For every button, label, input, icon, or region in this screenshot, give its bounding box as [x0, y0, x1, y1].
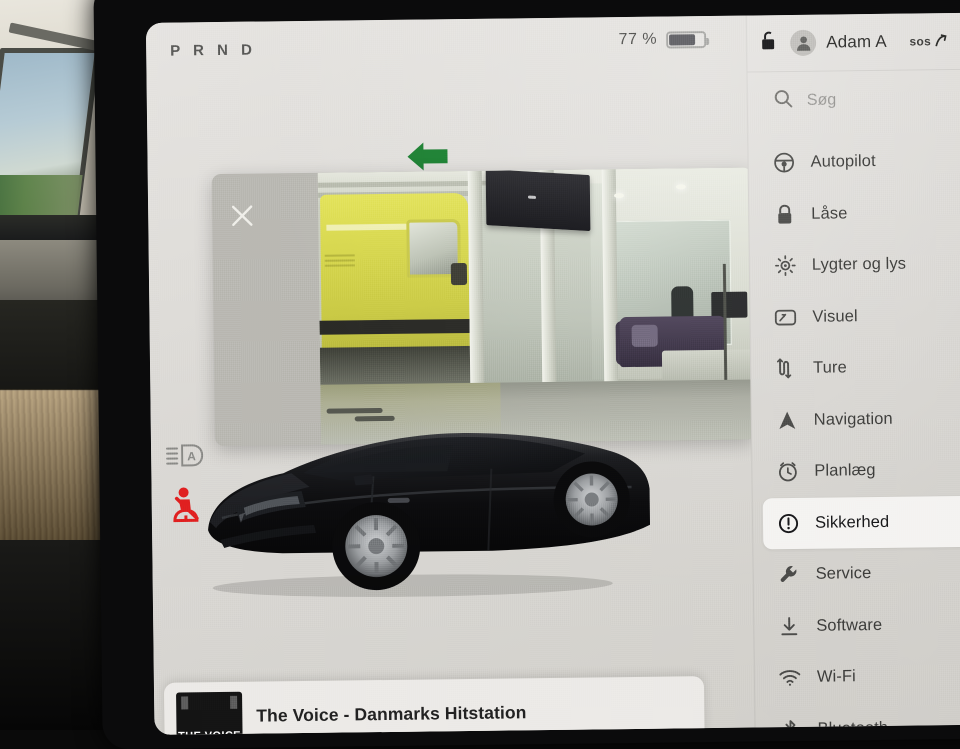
media-title: The Voice - Danmarks Hitstation [256, 702, 526, 726]
sidebar-item-label: Lygter og lys [812, 255, 906, 275]
van-lower-stripe [320, 319, 470, 335]
sidebar-item-laase[interactable]: Låse [759, 186, 960, 241]
sun-lights-icon [774, 255, 796, 277]
sidebar-item-label: Visuel [812, 307, 857, 327]
alert-circle-icon [777, 512, 799, 534]
sidebar-item-visuel[interactable]: Visuel [760, 289, 960, 344]
search-icon [774, 88, 793, 112]
sidebar-item-label: Software [816, 616, 882, 636]
download-icon [778, 615, 800, 637]
sidebar-item-label: Autopilot [810, 152, 875, 172]
sidebar-item-bluetooth[interactable]: Bluetooth [765, 701, 960, 735]
padlock-icon [773, 203, 795, 225]
showroom-monitor [711, 292, 747, 318]
album-art-tick [181, 696, 188, 709]
driving-view-pane: P R N D 77 % [146, 16, 755, 735]
sidebar-item-service[interactable]: Service [763, 546, 960, 601]
search-input[interactable]: Søg [747, 68, 960, 129]
search-placeholder: Søg [807, 91, 837, 109]
sidebar-item-label: Navigation [814, 410, 893, 430]
battery-percent-label: 77 % [619, 31, 658, 49]
status-bar: P R N D 77 % [146, 16, 747, 79]
wifi-icon [779, 667, 801, 689]
bluetooth-icon [779, 718, 801, 735]
tesla-touchscreen[interactable]: P R N D 77 % [146, 12, 960, 735]
sos-arrow-icon [934, 34, 947, 48]
navigation-arrow-icon [776, 409, 798, 431]
battery-indicator[interactable]: 77 % [619, 30, 707, 49]
wall-mounted-tv [486, 169, 591, 231]
sidebar-item-label: Sikkerhed [815, 513, 890, 533]
auto-high-beam-icon: A [165, 440, 205, 470]
sidebar-item-label: Planlæg [814, 461, 875, 481]
settings-sidebar: Adam A sos 10.54 Søg [746, 12, 960, 727]
sidebar-item-software[interactable]: Software [764, 598, 960, 653]
sidebar-item-ture[interactable]: Ture [761, 340, 960, 395]
sidebar-header: Adam A sos 10.54 [747, 12, 960, 71]
sos-button[interactable]: sos [909, 34, 947, 48]
sidebar-item-lygter-og-lys[interactable]: Lygter og lys [760, 237, 960, 292]
van-underside-shadow [320, 346, 475, 386]
user-avatar-icon[interactable] [790, 30, 816, 56]
media-player-card[interactable]: THE VOICE The Voice - Danmarks Hitstatio… [164, 676, 705, 735]
sidebar-item-label: Wi-Fi [817, 668, 856, 687]
vehicle-render[interactable] [191, 407, 654, 623]
sidebar-item-autopilot[interactable]: Autopilot [758, 134, 960, 189]
wrench-icon [778, 564, 800, 586]
outside-greenery [0, 175, 83, 217]
sidebar-item-label: Bluetooth [817, 719, 888, 735]
media-text-block: The Voice - Danmarks Hitstation The Voic… [256, 688, 527, 735]
media-subtitle: The Voice [257, 732, 527, 735]
svg-text:A: A [187, 449, 196, 463]
camera-preview-card[interactable] [212, 167, 755, 446]
van-mirror [451, 263, 467, 285]
sidebar-item-navigation[interactable]: Navigation [761, 392, 960, 447]
sos-label: sos [909, 34, 931, 48]
battery-icon [666, 31, 706, 48]
van-decal-lines [325, 254, 355, 256]
tv-reflection [528, 196, 536, 199]
tesla-touchscreen-bezel: P R N D 77 % [93, 0, 960, 749]
sidebar-item-label: Låse [811, 204, 847, 223]
sidebar-item-wifi[interactable]: Wi-Fi [765, 649, 960, 704]
clock-schedule-icon [776, 461, 798, 483]
sidebar-item-planlaeg[interactable]: Planlæg [762, 443, 960, 498]
van-decal-text [327, 295, 331, 305]
battery-nub [706, 38, 709, 45]
trips-route-icon [775, 358, 797, 380]
sofa-cushion [632, 325, 658, 347]
media-album-art: THE VOICE [176, 692, 243, 735]
display-icon [774, 306, 796, 328]
user-name-label[interactable]: Adam A [826, 32, 887, 53]
gear-indicator[interactable]: P R N D [170, 41, 256, 59]
steering-wheel-icon [772, 152, 794, 174]
media-art-label: THE VOICE [178, 730, 241, 735]
sidebar-item-label: Service [816, 564, 872, 584]
sidebar-item-label: Ture [813, 359, 847, 378]
seatbelt-warning-icon [170, 486, 204, 524]
album-art-tick [230, 696, 237, 709]
battery-fill [669, 34, 695, 45]
settings-menu-list: Autopilot Låse [748, 126, 960, 735]
sidebar-item-sikkerhed[interactable]: Sikkerhed [763, 495, 960, 550]
unlocked-padlock-icon[interactable] [761, 30, 778, 56]
camera-image [318, 167, 755, 444]
close-icon[interactable] [228, 202, 256, 230]
